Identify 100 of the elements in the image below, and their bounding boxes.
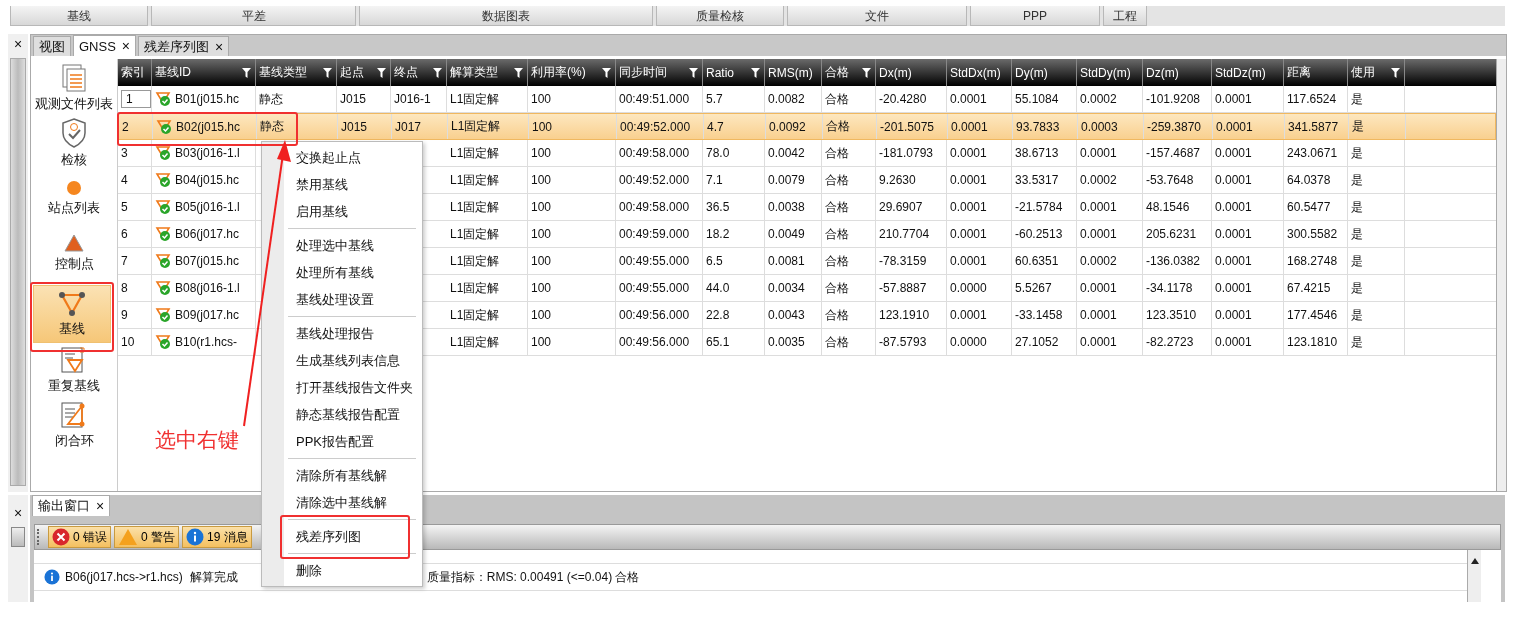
menu-item[interactable]: 残差序列图: [262, 523, 422, 550]
table-cell: 00:49:58.000: [616, 140, 703, 166]
filter-toggle[interactable]: 0 警告: [114, 526, 180, 548]
column-header[interactable]: 索引: [118, 59, 152, 86]
table-cell: 0.0092: [766, 114, 823, 139]
table-cell: -201.5075: [877, 114, 948, 139]
selected-row[interactable]: 2 B02(j015.hc 静态 J015 J017 L1固定解 100 00:49:52.000 4.7 0.0092 合格 -201.5075 0.0001 93.7833 0.0003 -259.3870 0.0001 341.5877 是: [118, 113, 1496, 140]
filter-toggle[interactable]: 0 错误: [48, 526, 111, 548]
table-cell: 4: [118, 167, 152, 193]
table-cell: -34.1178: [1143, 275, 1212, 301]
column-header[interactable]: 距离: [1284, 59, 1348, 86]
menu-item[interactable]: 清除所有基线解: [262, 462, 422, 489]
baseline-check-icon: [155, 199, 173, 215]
column-header[interactable]: 利用率(%): [528, 59, 616, 86]
sidebar-item[interactable]: 控制点: [31, 226, 117, 281]
table-cell: 5.7: [703, 86, 765, 112]
filter-icon[interactable]: [323, 67, 332, 78]
column-header[interactable]: Dz(m): [1143, 59, 1212, 86]
table-cell: 7: [118, 248, 152, 274]
index-field[interactable]: 1: [121, 90, 151, 108]
menu-item[interactable]: 处理选中基线: [262, 232, 422, 259]
column-header[interactable]: StdDy(m): [1077, 59, 1143, 86]
scrollbar[interactable]: [10, 58, 26, 486]
scrollbar[interactable]: [1496, 59, 1506, 491]
tab[interactable]: 输出窗口 ×: [32, 495, 111, 516]
filter-icon[interactable]: [242, 67, 251, 78]
table-cell: L1固定解: [447, 275, 528, 301]
ribbon-tab[interactable]: PPP: [970, 6, 1100, 26]
column-header[interactable]: StdDz(m): [1212, 59, 1284, 86]
ribbon-tab[interactable]: 基线: [10, 6, 148, 26]
tab[interactable]: GNSS ×: [73, 35, 137, 56]
scroll-up-icon[interactable]: [1470, 558, 1479, 564]
table-cell: 100: [528, 329, 616, 355]
tab[interactable]: 残差序列图 ×: [138, 36, 230, 56]
filter-icon[interactable]: [1391, 67, 1400, 78]
table-cell: 5: [118, 194, 152, 220]
table-cell: B03(j016-1.l: [175, 146, 240, 160]
filter-icon[interactable]: [514, 67, 523, 78]
menu-item[interactable]: PPK报告配置: [262, 428, 422, 455]
column-header[interactable]: 使用: [1348, 59, 1405, 86]
column-header[interactable]: Ratio: [703, 59, 765, 86]
filter-icon[interactable]: [377, 67, 386, 78]
filter-toggle[interactable]: 19 消息: [182, 526, 252, 548]
column-header[interactable]: 基线类型: [256, 59, 337, 86]
filter-icon[interactable]: [689, 67, 698, 78]
table-cell: 6: [118, 221, 152, 247]
table-cell: 0.0038: [765, 194, 822, 220]
baseline-check-icon: [155, 307, 173, 323]
menu-item[interactable]: 基线处理设置: [262, 286, 422, 313]
menu-item[interactable]: 打开基线报告文件夹: [262, 374, 422, 401]
table-cell: 67.4215: [1284, 275, 1348, 301]
column-header[interactable]: Dy(m): [1012, 59, 1077, 86]
filter-icon[interactable]: [862, 67, 871, 78]
close-icon[interactable]: ×: [13, 36, 23, 52]
column-header[interactable]: StdDx(m): [947, 59, 1012, 86]
ribbon-tab[interactable]: 文件: [787, 6, 967, 26]
sidebar-item[interactable]: 重复基线: [31, 343, 117, 398]
menu-item[interactable]: 交换起止点: [262, 144, 422, 171]
column-header[interactable]: 同步时间: [616, 59, 703, 86]
menu-item[interactable]: 清除选中基线解: [262, 489, 422, 516]
menu-item[interactable]: 禁用基线: [262, 171, 422, 198]
sidebar-item[interactable]: 观测文件列表: [31, 61, 117, 116]
menu-item[interactable]: 删除: [262, 557, 422, 584]
table-cell: B09(j017.hc: [175, 308, 240, 322]
tab[interactable]: 视图: [33, 36, 71, 56]
ribbon-tab[interactable]: 平差: [151, 6, 356, 26]
menu-item[interactable]: 启用基线: [262, 198, 422, 225]
column-header[interactable]: 终点: [391, 59, 447, 86]
table-cell: -87.5793: [876, 329, 947, 355]
table-cell: 0.0001: [1077, 275, 1143, 301]
filter-icon[interactable]: [751, 67, 760, 78]
table-cell: J015: [337, 86, 391, 112]
sidebar-item[interactable]: 检核: [31, 116, 117, 171]
menu-item[interactable]: 处理所有基线: [262, 259, 422, 286]
filter-icon[interactable]: [602, 67, 611, 78]
close-icon[interactable]: ×: [13, 505, 23, 521]
table-cell: 8: [118, 275, 152, 301]
column-header[interactable]: 合格: [822, 59, 876, 86]
table-cell: 48.1546: [1143, 194, 1212, 220]
column-header[interactable]: 解算类型: [447, 59, 528, 86]
sidebar-item[interactable]: 闭合环: [31, 398, 117, 453]
column-header[interactable]: 起点: [337, 59, 391, 86]
ribbon-tab[interactable]: 工程: [1103, 6, 1147, 26]
ribbon-tab[interactable]: 质量检核: [656, 6, 784, 26]
table-cell: B02(j015.hc: [176, 119, 241, 134]
column-header[interactable]: Dx(m): [876, 59, 947, 86]
table-cell: 合格: [822, 194, 876, 220]
column-header[interactable]: RMS(m): [765, 59, 822, 86]
menu-item[interactable]: 生成基线列表信息: [262, 347, 422, 374]
menu-item[interactable]: 静态基线报告配置: [262, 401, 422, 428]
ribbon-tab[interactable]: 数据图表: [359, 6, 653, 26]
table-cell: 0.0001: [948, 114, 1013, 139]
filter-icon[interactable]: [433, 67, 442, 78]
table-cell: 100: [528, 221, 616, 247]
sidebar-item[interactable]: 基线: [33, 285, 111, 343]
column-header[interactable]: 基线ID: [152, 59, 256, 86]
sidebar-item[interactable]: 站点列表: [31, 171, 117, 226]
table-cell: 341.5877: [1285, 114, 1349, 139]
dropdown-handle[interactable]: [11, 527, 25, 547]
menu-item[interactable]: 基线处理报告: [262, 320, 422, 347]
